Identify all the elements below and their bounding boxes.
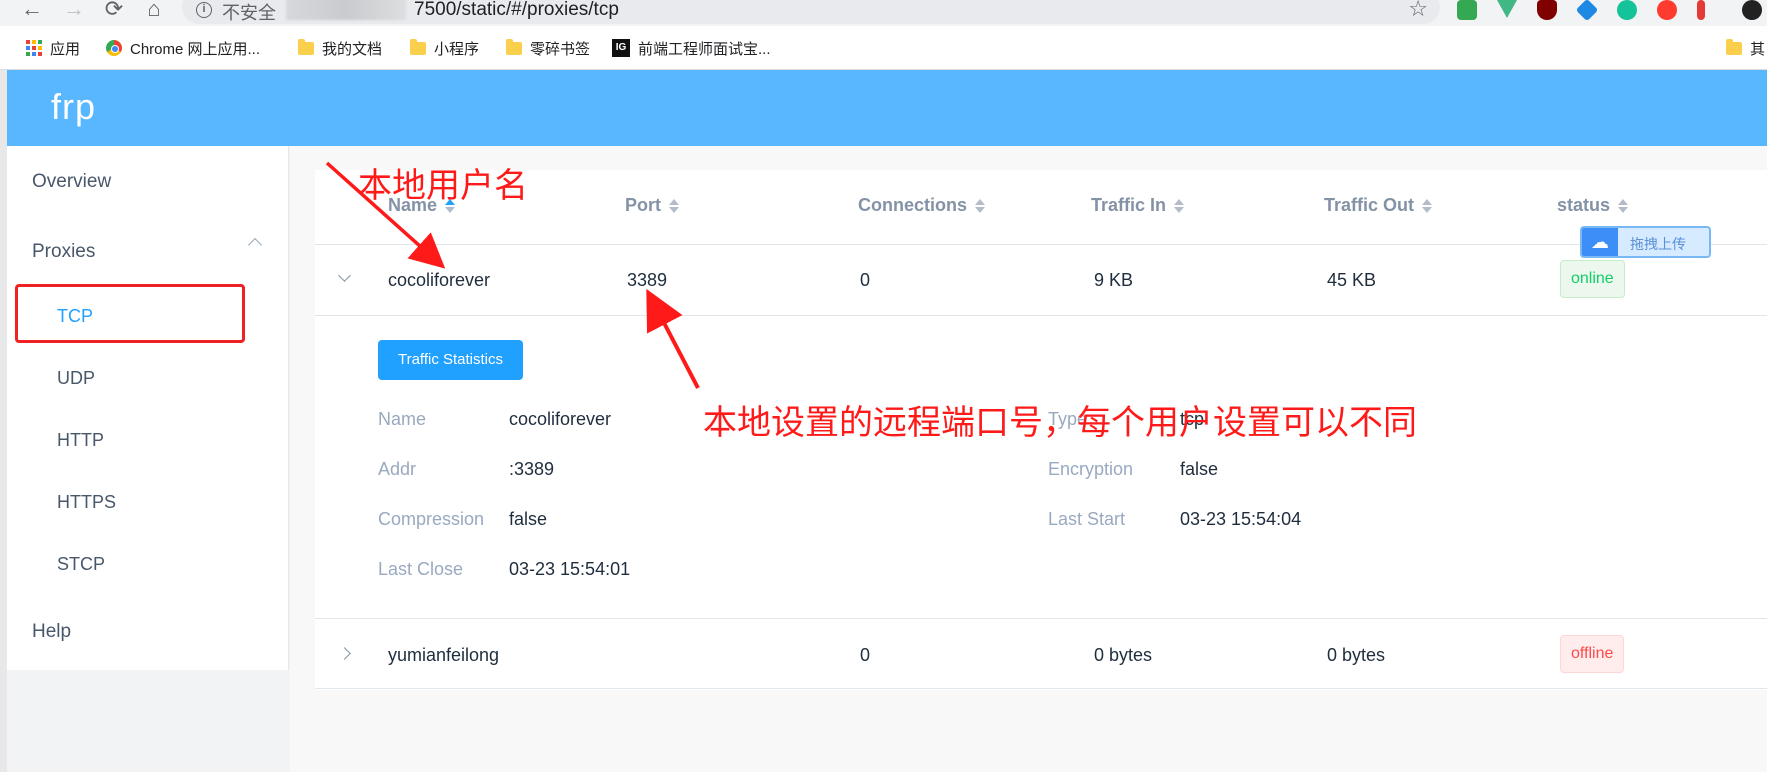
bookmark-apps[interactable]: 应用 (26, 38, 80, 58)
column-header-status[interactable]: status (1557, 195, 1629, 216)
bookmark-star-icon[interactable]: ☆ (1408, 0, 1428, 22)
bookmark-label: 我的文档 (322, 40, 383, 58)
bookmark-label: Chrome 网上应用... (130, 40, 261, 58)
row-name: yumianfeilong (388, 645, 500, 665)
qr-extension-icon[interactable] (1457, 0, 1477, 20)
row-name: cocoliforever (388, 270, 491, 290)
row-traffic-in: 9 KB (1094, 270, 1134, 290)
sort-icon[interactable] (1618, 198, 1629, 213)
bookmarks-bar: 应用 Chrome 网上应用... 我的文档 小程序 零碎书签 IG 前端工程师… (0, 26, 1767, 70)
traffic-statistics-button[interactable]: Traffic Statistics (378, 340, 523, 380)
bookmark-label: 小程序 (434, 40, 480, 58)
sort-icon[interactable] (1174, 198, 1185, 213)
sidebar-item-stcp[interactable]: STCP (57, 554, 105, 575)
row-traffic-out: 45 KB (1327, 270, 1377, 290)
row-connections: 0 (860, 645, 871, 665)
pocket-icon[interactable] (1697, 0, 1705, 20)
row-connections: 0 (860, 270, 871, 290)
cloud-upload-icon: ☁ (1582, 228, 1618, 256)
ublock-icon[interactable] (1537, 0, 1557, 20)
detail-value-encryption: false (1180, 459, 1219, 479)
folder-icon (506, 38, 522, 55)
detail-value-addr: :3389 (509, 459, 555, 479)
divider (315, 688, 1767, 689)
bookmark-mini-program[interactable]: 小程序 (410, 38, 479, 58)
bookmark-other[interactable]: 其 (1726, 38, 1765, 58)
infinity-icon[interactable] (1657, 0, 1677, 20)
bookmark-label: 应用 (50, 40, 81, 58)
page-edge (0, 70, 7, 772)
detail-label-last-close: Last Close (378, 559, 464, 579)
redacted-host (286, 0, 406, 20)
frontend-site-icon: IG (612, 39, 630, 57)
detail-label-addr: Addr (378, 459, 417, 479)
chrome-store-icon (106, 40, 122, 56)
sort-icon[interactable] (1422, 198, 1433, 213)
row-traffic-out: 0 bytes (1327, 645, 1386, 665)
bookmark-misc[interactable]: 零碎书签 (506, 38, 590, 58)
detail-label-name: Name (378, 409, 427, 429)
status-badge: online (1560, 260, 1625, 298)
grammarly-icon[interactable] (1617, 0, 1637, 20)
bookmark-label: 其 (1750, 40, 1766, 58)
annotation-highlight-box (15, 284, 245, 343)
detail-value-last-close: 03-23 15:54:01 (509, 559, 631, 579)
sort-icon[interactable] (669, 198, 679, 213)
detail-value-compression: false (509, 509, 548, 529)
bookmark-label: 零碎书签 (530, 40, 591, 58)
divider (315, 618, 1767, 619)
sidebar: Overview Proxies TCP UDP HTTP HTTPS STCP… (7, 146, 289, 670)
security-label: 不安全 (222, 3, 276, 23)
upload-label: 拖拽上传 (1630, 236, 1686, 252)
chevron-up-icon[interactable] (247, 237, 263, 253)
column-header-traffic-in[interactable]: Traffic In (1091, 195, 1185, 216)
bookmark-label: 前端工程师面试宝... (638, 40, 771, 58)
profile-avatar[interactable] (1742, 0, 1762, 20)
screenshot-root: ← → ⟳ ⌂ i 不安全 7500/static/#/proxies/tcp … (0, 0, 1767, 772)
row-port: 3389 (627, 270, 668, 290)
vue-devtools-icon[interactable] (1497, 0, 1517, 18)
home-icon[interactable]: ⌂ (142, 0, 166, 20)
detail-label-compression: Compression (378, 509, 485, 529)
status-badge: offline (1560, 635, 1625, 673)
folder-icon (410, 38, 426, 55)
bookmark-frontend-interview[interactable]: IG 前端工程师面试宝... (612, 38, 771, 58)
column-header-traffic-out[interactable]: Traffic Out (1324, 195, 1433, 216)
upload-widget[interactable]: ☁ 拖拽上传 (1580, 226, 1711, 258)
apps-grid-icon (26, 40, 42, 56)
sort-icon[interactable] (975, 198, 986, 213)
divider (315, 244, 1767, 245)
app-header: frp (7, 70, 1767, 146)
back-arrow-icon[interactable]: ← (20, 0, 44, 20)
app-logo[interactable]: frp (51, 86, 96, 128)
detail-value-name: cocoliforever (509, 409, 612, 429)
url-text[interactable]: 7500/static/#/proxies/tcp (414, 0, 619, 21)
sidebar-item-udp[interactable]: UDP (57, 368, 95, 389)
sidebar-item-help[interactable]: Help (32, 621, 71, 643)
reload-icon[interactable]: ⟳ (102, 0, 126, 20)
folder-icon (1726, 38, 1742, 55)
detail-value-last-start: 03-23 15:54:04 (1180, 509, 1302, 529)
bookmark-chrome-store[interactable]: Chrome 网上应用... (106, 38, 260, 58)
divider (315, 315, 1767, 316)
forward-arrow-icon[interactable]: → (62, 0, 86, 20)
browser-toolbar: ← → ⟳ ⌂ i 不安全 7500/static/#/proxies/tcp … (0, 0, 1767, 26)
folder-icon (298, 38, 314, 55)
annotation-port-note: 本地设置的远程端口号，每个用户设置可以不同 (703, 403, 1417, 443)
sidebar-item-overview[interactable]: Overview (32, 171, 111, 193)
sidebar-item-proxies[interactable]: Proxies (32, 241, 95, 263)
dev-extension-icon[interactable] (1575, 0, 1599, 22)
annotation-username-note: 本地用户名 (358, 166, 528, 206)
address-bar[interactable]: i 不安全 7500/static/#/proxies/tcp ☆ (182, 0, 1440, 24)
row-traffic-in: 0 bytes (1094, 645, 1153, 665)
column-header-connections[interactable]: Connections (858, 195, 986, 216)
detail-label-last-start: Last Start (1048, 509, 1126, 529)
sidebar-item-http[interactable]: HTTP (57, 430, 104, 451)
sidebar-item-https[interactable]: HTTPS (57, 492, 116, 513)
detail-label-encryption: Encryption (1048, 459, 1134, 479)
bookmark-my-docs[interactable]: 我的文档 (298, 38, 382, 58)
column-header-port[interactable]: Port (625, 195, 679, 216)
site-info-icon[interactable]: i (196, 2, 212, 18)
